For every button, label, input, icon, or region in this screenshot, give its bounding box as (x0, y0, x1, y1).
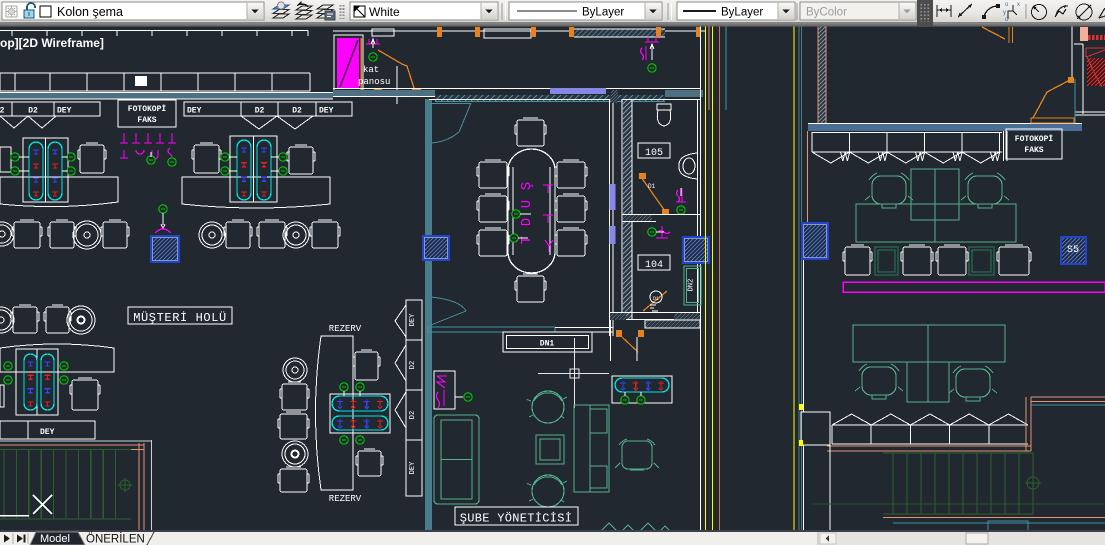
svg-text:ByColor: ByColor (806, 7, 847, 19)
svg-text:104: 104 (645, 260, 663, 271)
svg-text:White: White (369, 5, 400, 19)
svg-text:x: x (1017, 2, 1020, 8)
svg-text:FAKS: FAKS (137, 116, 156, 125)
svg-text:D2: D2 (409, 411, 417, 419)
svg-text:D2: D2 (292, 107, 302, 116)
svg-text:S5: S5 (1067, 245, 1079, 256)
svg-text:DN2: DN2 (688, 279, 696, 292)
svg-text:DN1: DN1 (540, 340, 555, 349)
svg-text:D2: D2 (28, 107, 38, 116)
svg-text:ÖNERİLEN: ÖNERİLEN (86, 533, 145, 545)
svg-text:105: 105 (645, 148, 663, 159)
svg-text:2: 2 (0, 107, 5, 116)
svg-text:Model: Model (40, 533, 70, 545)
svg-text:ŞUBE YÖNETİCİSİ: ŞUBE YÖNETİCİSİ (460, 511, 573, 526)
svg-text:op][2D Wireframe]: op][2D Wireframe] (0, 36, 104, 50)
svg-text:y: y (1003, 10, 1006, 16)
svg-text:REZERV: REZERV (329, 494, 362, 504)
svg-text:DEY: DEY (57, 107, 72, 116)
svg-text:DEY: DEY (187, 107, 202, 116)
svg-text:panosu: panosu (358, 77, 390, 87)
svg-text:D2: D2 (255, 107, 265, 116)
svg-text:REZERV: REZERV (329, 324, 362, 334)
svg-text:FOTOKOPİ: FOTOKOPİ (1015, 135, 1054, 144)
svg-text:FAKS: FAKS (1024, 146, 1043, 155)
svg-text:DEY: DEY (319, 107, 334, 116)
svg-text:ByLayer: ByLayer (582, 7, 624, 19)
svg-text:kat: kat (363, 65, 379, 75)
svg-text:D2: D2 (409, 361, 417, 369)
svg-text:D: D (519, 218, 535, 226)
svg-text:ByLayer: ByLayer (721, 7, 763, 19)
svg-text:T: T (519, 236, 535, 244)
svg-text:FOTOKOPİ: FOTOKOPİ (128, 105, 167, 114)
svg-text:MÜŞTERİ HOLÜ: MÜŞTERİ HOLÜ (133, 310, 227, 325)
svg-text:DEY: DEY (40, 428, 55, 437)
svg-text:DEY: DEY (409, 313, 417, 326)
svg-text:DEY: DEY (409, 461, 417, 474)
svg-text:D1: D1 (648, 183, 656, 190)
svg-text:Kolon şema: Kolon şema (57, 5, 123, 19)
svg-text:U: U (519, 200, 535, 208)
svg-text:D1: D1 (653, 296, 659, 302)
svg-text:Ş: Ş (519, 182, 535, 190)
